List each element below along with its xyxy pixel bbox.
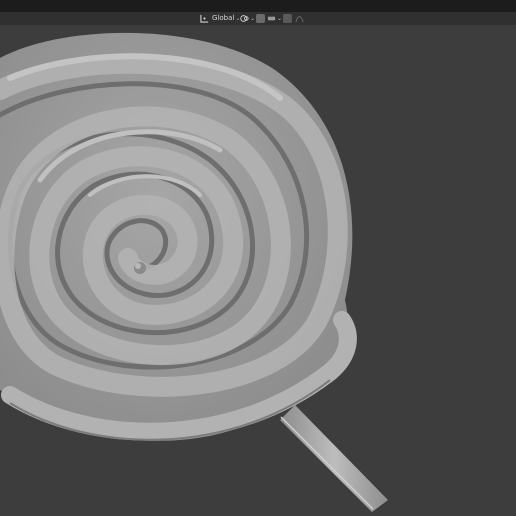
snapping-group[interactable]: ⌄ xyxy=(256,13,282,24)
snap-target-icon xyxy=(267,14,276,23)
proportional-editing-group[interactable] xyxy=(283,13,304,24)
pivot-point-dropdown[interactable]: ⌄ xyxy=(240,13,255,24)
chevron-down-icon: ⌄ xyxy=(250,15,256,22)
transform-orientation-dropdown[interactable]: Global ⌄ xyxy=(200,13,240,24)
lollipop-head xyxy=(0,32,357,441)
pivot-point-icon xyxy=(240,14,249,23)
transform-orientation-icon xyxy=(200,14,209,23)
proportional-editing-icon[interactable] xyxy=(283,14,292,23)
3d-viewport[interactable] xyxy=(0,25,516,516)
lollipop-stick xyxy=(280,405,388,512)
chevron-down-icon: ⌄ xyxy=(277,15,283,22)
viewport-canvas xyxy=(0,32,388,512)
viewport-header: Global ⌄ ⌄ ⌄ xyxy=(0,12,516,25)
falloff-icon[interactable] xyxy=(295,14,304,23)
transform-orientation-label: Global xyxy=(212,14,235,22)
snap-icon[interactable] xyxy=(256,14,265,23)
